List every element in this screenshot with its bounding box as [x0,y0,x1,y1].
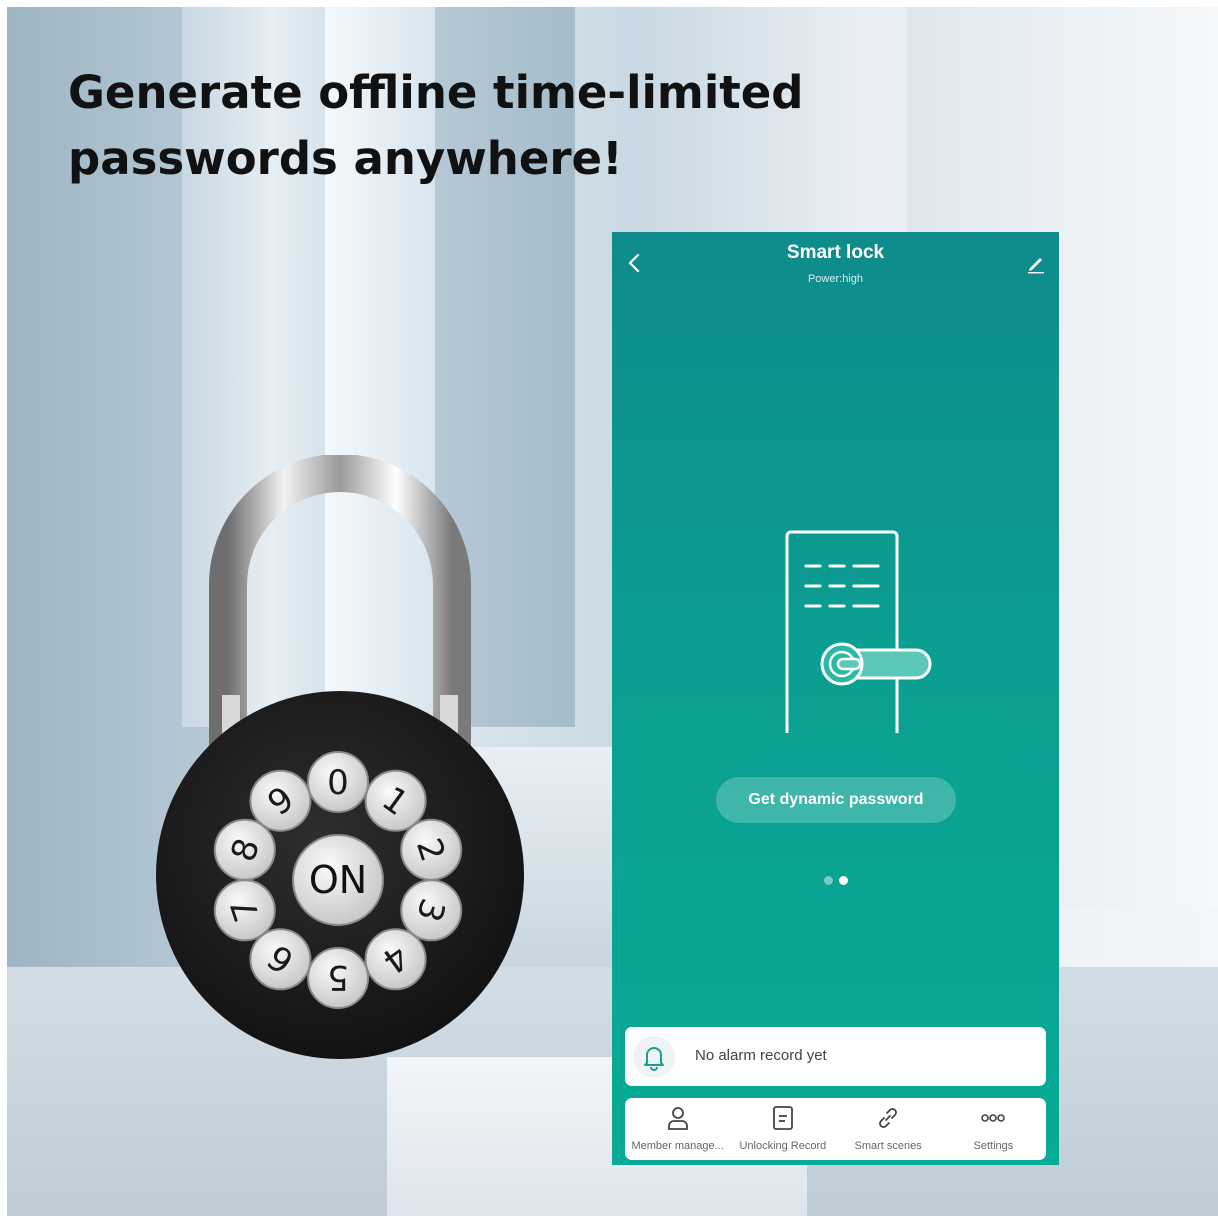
link-icon [879,1108,898,1128]
keypad-digit: 5 [327,957,349,997]
tab-smart-scenes[interactable]: Smart scenes [836,1098,941,1160]
tab-label: Unlocking Record [739,1140,827,1152]
pencil-icon [1028,258,1044,274]
padlock-illustration: 0123456789 ON [150,455,530,1065]
on-button: ON [292,834,384,926]
tab-member-management[interactable]: Member manage... [625,1098,730,1160]
alarm-record-card[interactable]: No alarm record yet [625,1027,1046,1086]
keypad-digit: 0 [327,763,349,803]
tab-label: Member manage... [631,1140,724,1152]
document-icon [772,1106,793,1130]
bell-badge [633,1036,675,1078]
edit-button[interactable] [1025,252,1047,274]
tab-unlocking-record[interactable]: Unlocking Record [730,1098,835,1160]
page-dot-active [839,876,848,885]
person-icon [667,1107,688,1130]
page-indicator [822,876,852,886]
tab-settings[interactable]: Settings [941,1098,1046,1160]
headline: Generate offline time-limited passwords … [68,66,804,185]
door-lock-illustration [782,530,932,735]
bell-icon [644,1047,664,1071]
get-dynamic-password-button[interactable]: Get dynamic password [716,777,956,823]
on-button-label: ON [309,858,367,902]
bottom-tab-bar: Member manage... Unlocking Record Smart … [625,1098,1046,1160]
power-status: Power:high [807,273,864,285]
tab-label: Smart scenes [854,1140,922,1152]
smart-lock-app-screen: Smart lock Power:high Get dynamic passwo… [612,232,1059,1165]
padlock-svg: 0 123456789 ON [156,455,524,1059]
door-lock-icon [785,530,932,733]
more-dots-icon [981,1114,1006,1122]
app-title: Smart lock [786,242,885,263]
alarm-status-text: No alarm record yet [695,1047,827,1064]
tab-label: Settings [973,1140,1014,1152]
page-dot [824,876,833,885]
